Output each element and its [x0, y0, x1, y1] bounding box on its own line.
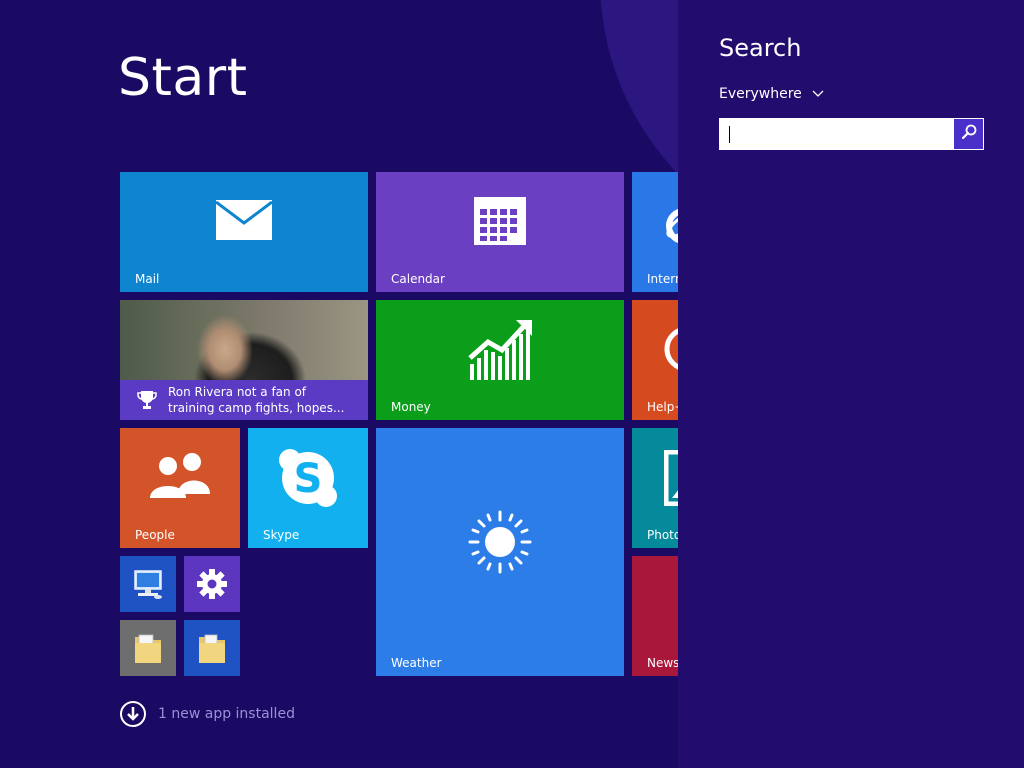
people-icon	[148, 452, 212, 502]
tile-mail[interactable]: Mail	[120, 172, 368, 292]
tile-sports-news[interactable]: Ron Rivera not a fan of training camp fi…	[120, 300, 368, 420]
chevron-down-icon	[812, 86, 824, 102]
tile-label: Skype	[263, 528, 300, 542]
sun-icon	[466, 508, 534, 576]
download-arrow-icon	[120, 701, 146, 727]
calendar-icon	[472, 196, 528, 246]
text-caret	[729, 126, 730, 143]
tile-weather[interactable]: Weather	[376, 428, 624, 676]
chart-up-icon	[466, 318, 534, 382]
news-caption: Ron Rivera not a fan of training camp fi…	[120, 380, 368, 420]
mail-icon	[214, 198, 274, 242]
tile-settings[interactable]	[184, 556, 240, 612]
tile-money[interactable]: Money	[376, 300, 624, 420]
tile-label: Weather	[391, 656, 442, 670]
svg-text:S: S	[294, 456, 323, 502]
tile-help-tips[interactable]: Help+	[632, 300, 678, 420]
search-pane: Search Everywhere	[678, 0, 1024, 768]
gear-icon	[196, 568, 228, 600]
search-title: Search	[719, 34, 802, 62]
search-scope-dropdown[interactable]: Everywhere	[719, 86, 824, 102]
new-app-text: 1 new app installed	[158, 706, 295, 722]
news-headline-line2: training camp fights, hopes...	[168, 401, 345, 415]
start-screen: Start Mail Calendar Inter Ron Rivera not…	[0, 0, 678, 768]
tile-label: People	[135, 528, 175, 542]
tile-label: Mail	[135, 272, 160, 286]
tile-photos[interactable]: Photo	[632, 428, 678, 548]
tile-label: News	[647, 656, 678, 670]
internet-explorer-icon	[662, 200, 678, 250]
search-box	[719, 118, 984, 150]
folder-icon	[196, 630, 228, 666]
tile-file-explorer-blue[interactable]	[184, 620, 240, 676]
tile-label: Photo	[647, 528, 678, 542]
help-icon	[662, 324, 678, 374]
tile-label: Money	[391, 400, 431, 414]
tile-skype[interactable]: S Skype	[248, 428, 368, 548]
folder-icon	[132, 630, 164, 666]
tile-label: Help+	[647, 400, 678, 414]
search-button[interactable]	[954, 119, 983, 149]
tile-label: Intern	[647, 272, 678, 286]
photos-icon	[664, 450, 678, 506]
tile-internet-explorer[interactable]: Intern	[632, 172, 678, 292]
computer-icon	[132, 566, 164, 602]
page-title: Start	[118, 48, 248, 108]
tile-people[interactable]: People	[120, 428, 240, 548]
tile-label: Calendar	[391, 272, 445, 286]
search-input[interactable]	[720, 119, 954, 149]
search-scope-label: Everywhere	[719, 86, 802, 102]
tile-calendar[interactable]: Calendar	[376, 172, 624, 292]
new-app-notification[interactable]: 1 new app installed	[120, 701, 295, 727]
skype-icon: S	[276, 446, 340, 510]
trophy-icon	[136, 389, 158, 411]
tile-news[interactable]: News	[632, 556, 678, 676]
search-icon	[961, 124, 977, 144]
tile-this-pc[interactable]	[120, 556, 176, 612]
news-headline-line1: Ron Rivera not a fan of	[168, 385, 307, 399]
tile-file-explorer-gray[interactable]	[120, 620, 176, 676]
